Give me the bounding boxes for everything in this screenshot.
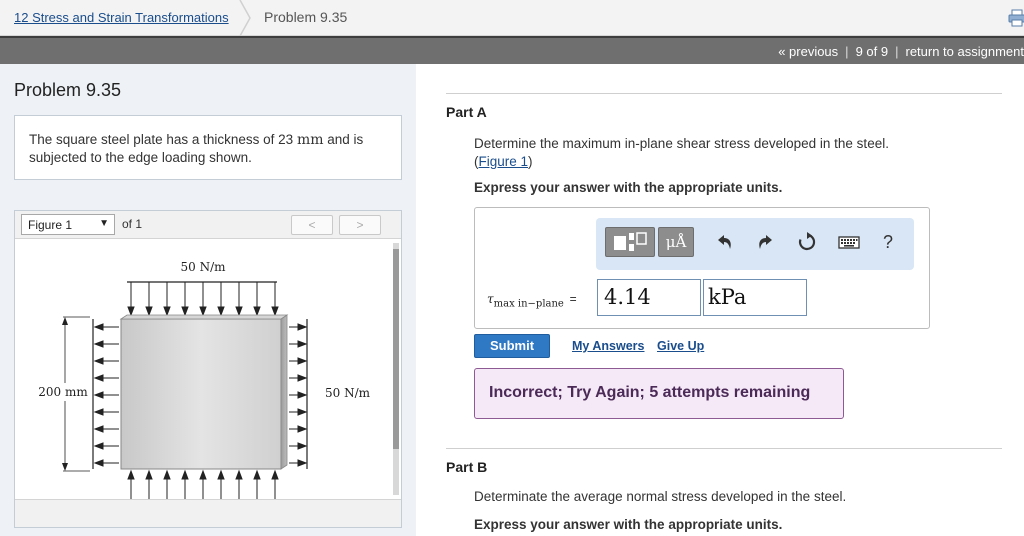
parts-panel: Part A Determine the maximum in-plane sh… — [416, 64, 1024, 536]
problem-statement: The square steel plate has a thickness o… — [14, 115, 402, 180]
problem-panel: Problem 9.35 The square steel plate has … — [0, 64, 416, 536]
answer-value-input[interactable]: 4.14 — [597, 279, 701, 316]
figure-image: 50 N/m 200 mm 50 N/m — [15, 239, 391, 499]
dimension-label: 200 mm — [38, 385, 88, 399]
help-button[interactable]: ? — [877, 231, 899, 253]
problem-title: Problem 9.35 — [14, 80, 122, 100]
return-to-assignment-link[interactable]: return to assignment — [905, 44, 1024, 59]
template-icon — [614, 232, 647, 251]
divider — [446, 93, 1002, 94]
assignment-nav-bar: « previous | 9 of 9 | return to assignment — [0, 36, 1024, 64]
previous-link[interactable]: « previous — [778, 44, 838, 59]
units-button[interactable]: μÅ — [658, 227, 694, 257]
equation-label: τmax in−plane = — [487, 292, 577, 309]
part-b-units-instruction: Express your answer with the appropriate… — [474, 517, 783, 532]
part-b-title: Part B — [446, 459, 488, 475]
breadcrumb-chapter-link[interactable]: 12 Stress and Strain Transformations — [14, 10, 229, 25]
give-up-link[interactable]: Give Up — [657, 339, 704, 353]
figure-select[interactable]: Figure 1 ▼ — [21, 214, 115, 235]
statement-text-1: The square steel plate has a thickness o… — [29, 132, 294, 147]
figure-footer — [15, 499, 401, 527]
my-answers-link[interactable]: My Answers — [572, 339, 644, 353]
side-load-label: 50 N/m — [325, 386, 371, 400]
answer-box: μÅ ? τmax in−plane = 4.14 kPa — [474, 207, 930, 329]
figure-prev-button[interactable]: < — [291, 215, 333, 235]
statement-unit: mm — [296, 132, 324, 148]
plate-diagram: 50 N/m 200 mm 50 N/m — [15, 239, 391, 499]
part-a-units-instruction: Express your answer with the appropriate… — [474, 180, 783, 195]
keyboard-icon[interactable] — [837, 231, 861, 253]
submit-button[interactable]: Submit — [474, 334, 550, 358]
breadcrumb-chevron-icon — [239, 0, 251, 36]
figure-select-value: Figure 1 — [28, 218, 73, 232]
nav-links: « previous | 9 of 9 | return to assignment — [778, 44, 1024, 59]
answer-unit-input[interactable]: kPa — [703, 279, 807, 316]
figure-scrollbar[interactable] — [393, 243, 399, 495]
divider — [446, 448, 1002, 449]
scrollbar-thumb[interactable] — [393, 249, 399, 449]
part-b-question: Determinate the average normal stress de… — [474, 489, 847, 504]
dropdown-arrow-icon: ▼ — [99, 218, 109, 229]
tau-symbol: τ — [487, 292, 494, 306]
part-a-question: Determine the maximum in-plane shear str… — [474, 136, 889, 169]
top-load-label: 50 N/m — [180, 260, 226, 274]
feedback-message: Incorrect; Try Again; 5 attempts remaini… — [474, 368, 844, 419]
tau-subscript: max in−plane — [493, 298, 564, 310]
breadcrumb-bar: 12 Stress and Strain Transformations Pro… — [0, 0, 1024, 36]
print-icon[interactable] — [1008, 9, 1024, 27]
reset-icon[interactable] — [796, 231, 818, 253]
template-button[interactable] — [605, 227, 655, 257]
figure-next-button[interactable]: > — [339, 215, 381, 235]
undo-icon[interactable] — [713, 231, 735, 253]
redo-icon[interactable] — [755, 231, 777, 253]
figure-count: of 1 — [122, 217, 143, 231]
part-a-title: Part A — [446, 104, 487, 120]
equation-toolbar: μÅ ? — [596, 218, 914, 270]
figure-panel: Figure 1 ▼ of 1 < > 50 N/m 200 mm 50 N/m — [14, 210, 402, 528]
breadcrumb-current: Problem 9.35 — [264, 9, 348, 25]
figure-header: Figure 1 ▼ of 1 < > — [15, 211, 401, 239]
equals-sign: = — [569, 292, 577, 306]
part-a-question-text: Determine the maximum in-plane shear str… — [474, 136, 889, 151]
figure-link[interactable]: Figure 1 — [479, 154, 529, 169]
position-indicator: 9 of 9 — [855, 44, 889, 59]
